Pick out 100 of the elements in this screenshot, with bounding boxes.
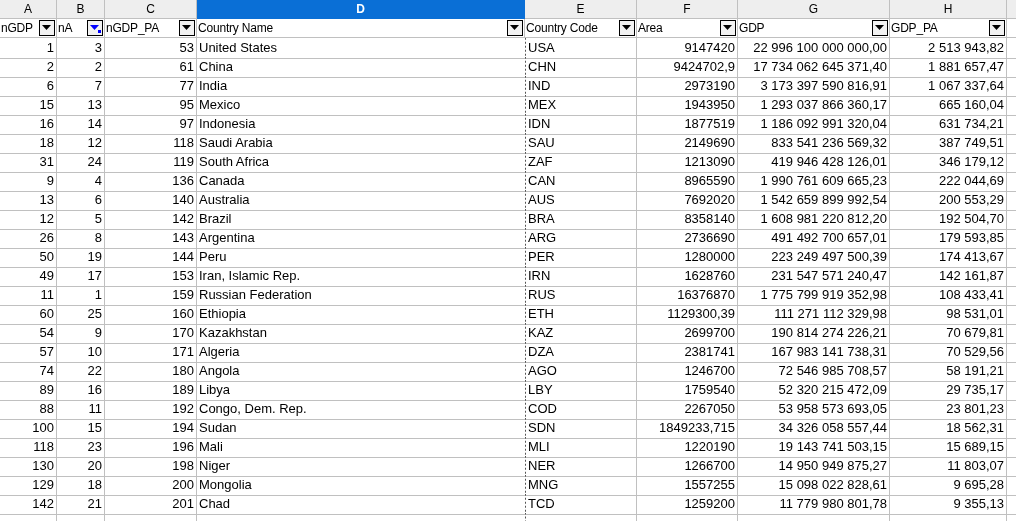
table-cell-text: 142 xyxy=(172,210,194,228)
table-cell-text: South Africa xyxy=(199,153,270,171)
table-cell-text: 119 xyxy=(173,153,194,171)
table-header-cell-text: Country Name xyxy=(198,20,273,37)
table-cell-text: 136 xyxy=(172,172,194,190)
table-cell-text: Saudi Arabia xyxy=(199,134,273,152)
table-cell-text: 223 249 497 500,39 xyxy=(771,248,887,266)
table-cell-text: 22 xyxy=(87,362,102,380)
table-cell-text: 18 562,31 xyxy=(946,419,1004,437)
caret-down-icon xyxy=(181,23,193,33)
table-cell-text: 196 xyxy=(172,438,194,456)
caret-down-icon xyxy=(89,23,101,33)
table-cell-text: 49 xyxy=(39,267,54,285)
table-cell-text: 23 xyxy=(87,438,102,456)
table-cell-text: 2 513 943,82 xyxy=(928,39,1004,57)
table-cell-text: 130 xyxy=(32,457,54,475)
table-cell-text: 160 xyxy=(172,305,194,323)
table-cell-text: 171 xyxy=(172,343,194,361)
table-cell-text: 11 xyxy=(88,400,102,418)
table-cell-text: 11 779 980 801,78 xyxy=(779,495,887,513)
table-cell-text: 88 xyxy=(39,400,54,418)
table-cell-text: Indonesia xyxy=(199,115,256,133)
filter-dropdown-button[interactable] xyxy=(872,20,888,36)
table-cell-text: 1 542 659 899 992,54 xyxy=(760,191,887,209)
column-header[interactable]: A xyxy=(0,0,57,19)
table-cell-text: 20 xyxy=(87,457,102,475)
filter-dropdown-button[interactable] xyxy=(507,20,523,36)
table-cell-text: Libya xyxy=(199,381,231,399)
table-cell-text: 14 xyxy=(87,115,102,133)
table-cell-text: 2 xyxy=(46,58,54,76)
table-cell-text: 153 xyxy=(172,267,194,285)
table-cell-text: 200 553,29 xyxy=(938,191,1004,209)
table-cell-text: 1 990 761 609 665,23 xyxy=(760,172,887,190)
table-cell-text: 19 143 741 503,15 xyxy=(778,438,887,456)
table-cell-text: 6 xyxy=(46,77,54,95)
caret-down-icon xyxy=(874,23,886,33)
table-cell-text: 200 xyxy=(172,476,194,494)
filter-dropdown-button[interactable] xyxy=(619,20,635,36)
table-cell-text: 14 950 949 875,27 xyxy=(778,457,887,475)
table-cell-text: Argentina xyxy=(199,229,255,247)
table-cell-text: SDN xyxy=(528,419,556,437)
table-header-cell-text: nGDP xyxy=(1,20,33,37)
table-cell-text: 100 xyxy=(32,419,54,437)
table-cell-text: 167 983 141 738,31 xyxy=(771,343,887,361)
table-cell-text: 1213090 xyxy=(684,153,735,171)
column-header[interactable]: F xyxy=(637,0,738,19)
table-cell-text: TCD xyxy=(528,495,555,513)
table-cell-text: 18 xyxy=(87,476,102,494)
table-cell-text: 74 xyxy=(39,362,54,380)
table-cell-text: 665 160,04 xyxy=(938,96,1004,114)
table-cell-text: 129 xyxy=(32,476,54,494)
table-cell-text: 16 xyxy=(87,381,102,399)
table-cell-text: 118 xyxy=(33,438,54,456)
caret-down-icon xyxy=(509,23,521,33)
table-cell-text: 2 xyxy=(94,58,102,76)
table-cell-text: AUS xyxy=(528,191,555,209)
filter-dropdown-button[interactable] xyxy=(87,20,103,36)
table-cell-text: 192 xyxy=(172,400,194,418)
table-cell-text: 1246700 xyxy=(684,362,735,380)
table-cell-text: 1129300,39 xyxy=(667,305,735,323)
table-cell-text: 201 xyxy=(172,495,194,513)
filter-dropdown-button[interactable] xyxy=(179,20,195,36)
filter-dropdown-button[interactable] xyxy=(989,20,1005,36)
table-cell-text: 2736690 xyxy=(684,229,735,247)
table-cell-text: 3 173 397 590 816,91 xyxy=(760,77,887,95)
table-cell-text: 9 695,28 xyxy=(953,476,1004,494)
table-cell-text: 143 xyxy=(172,229,194,247)
filter-dropdown-button[interactable] xyxy=(39,20,55,36)
column-header[interactable]: D xyxy=(197,0,525,19)
filter-dropdown-button[interactable] xyxy=(720,20,736,36)
table-cell-text: 190 814 274 226,21 xyxy=(771,324,887,342)
table-cell-text: 95 xyxy=(179,96,194,114)
table-cell-text: 222 044,69 xyxy=(938,172,1004,190)
caret-down-icon xyxy=(41,23,53,33)
table-cell-text: USA xyxy=(528,39,555,57)
table-cell-text: ZAF xyxy=(528,153,553,171)
table-cell-text: 180 xyxy=(172,362,194,380)
table-cell-text: 58 191,21 xyxy=(946,362,1004,380)
table-cell-text: BRA xyxy=(528,210,555,228)
table-cell-text: 142 161,87 xyxy=(938,267,1004,285)
table-cell-text: 1 xyxy=(46,39,54,57)
table-cell-text: 1 186 092 991 320,04 xyxy=(760,115,887,133)
table-cell-text: 10 xyxy=(87,343,102,361)
table-cell-text: 1 608 981 220 812,20 xyxy=(760,210,887,228)
table-header-cell-text: nGDP_PA xyxy=(106,20,160,37)
table-cell-text: Mongolia xyxy=(199,476,252,494)
table-cell-text: RUS xyxy=(528,286,556,304)
table-cell-text: 34 326 058 557,44 xyxy=(778,419,887,437)
table-cell-text: MLI xyxy=(528,438,550,456)
column-header[interactable]: G xyxy=(738,0,890,19)
table-cell-text: 1220190 xyxy=(684,438,735,456)
table-cell-text: 54 xyxy=(39,324,54,342)
table-cell-text: 61 xyxy=(179,58,194,76)
table-cell-text: 2267050 xyxy=(684,400,735,418)
column-header[interactable]: E xyxy=(525,0,637,19)
column-header[interactable]: B xyxy=(57,0,105,19)
column-header[interactable]: H xyxy=(890,0,1007,19)
table-cell-text: 8 xyxy=(94,229,102,247)
table-cell-text: Congo, Dem. Rep. xyxy=(199,400,307,418)
table-cell-text: 1266700 xyxy=(684,457,735,475)
